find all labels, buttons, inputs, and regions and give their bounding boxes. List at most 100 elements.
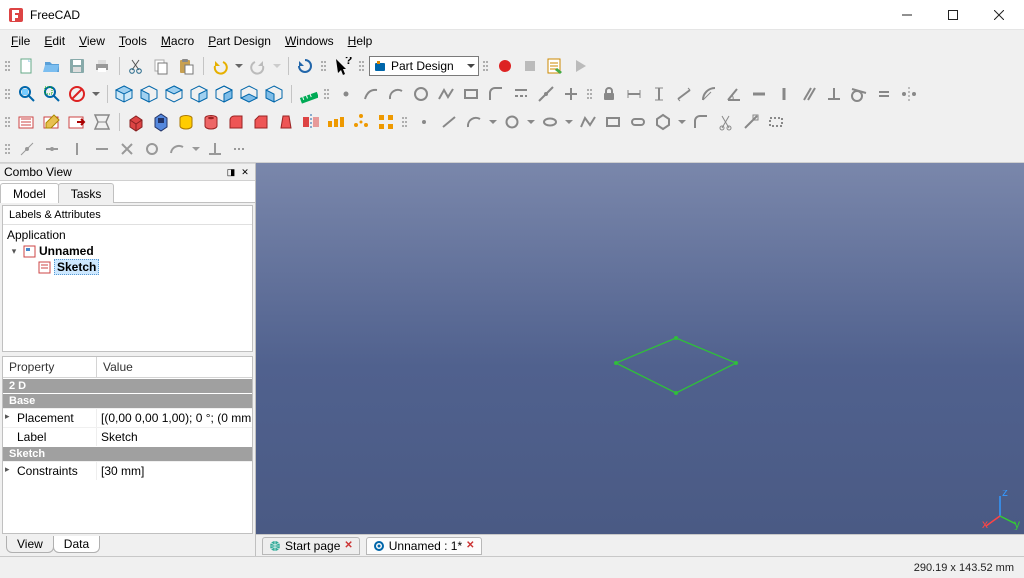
prop-constraints[interactable]: ▸Constraints [30 mm] (3, 461, 252, 480)
con-length-icon[interactable] (672, 82, 696, 106)
g-external-icon[interactable] (739, 110, 763, 134)
macro-stop-icon[interactable] (518, 54, 542, 78)
con-vert-icon[interactable] (772, 82, 796, 106)
g-rect-icon[interactable] (601, 110, 625, 134)
macro-record-icon[interactable] (493, 54, 517, 78)
g-circle-dd-icon[interactable] (525, 110, 537, 134)
sk-polyline-icon[interactable] (434, 82, 458, 106)
tab-tasks[interactable]: Tasks (58, 183, 115, 203)
c-dotted-icon[interactable] (228, 137, 252, 161)
undo-icon[interactable] (208, 54, 232, 78)
c-coincident-icon[interactable] (15, 137, 39, 161)
c-pointline-icon[interactable] (40, 137, 64, 161)
fillet-icon[interactable] (224, 110, 248, 134)
doc-tab-unnamed[interactable]: Unnamed : 1* ✕ (366, 537, 482, 555)
con-tangent-icon[interactable] (847, 82, 871, 106)
view-rear-icon[interactable] (212, 82, 236, 106)
macro-play-icon[interactable] (568, 54, 592, 78)
refresh-icon[interactable] (293, 54, 317, 78)
view-right-icon[interactable] (187, 82, 211, 106)
sk-circle-icon[interactable] (409, 82, 433, 106)
save-icon[interactable] (65, 54, 89, 78)
g-arc-icon[interactable] (462, 110, 486, 134)
sk-arc-icon[interactable] (384, 82, 408, 106)
view-top-icon[interactable] (162, 82, 186, 106)
toolbar-grip[interactable] (5, 137, 11, 161)
view-front-icon[interactable] (137, 82, 161, 106)
g-construction-icon[interactable] (764, 110, 788, 134)
toolbar-grip[interactable] (5, 54, 11, 78)
draw-style-icon[interactable] (65, 82, 89, 106)
pad-icon[interactable] (124, 110, 148, 134)
c-circle-icon[interactable] (140, 137, 164, 161)
prop-tab-data[interactable]: Data (53, 536, 100, 553)
view-bottom-icon[interactable] (237, 82, 261, 106)
menu-partdesign[interactable]: Part Design (201, 32, 278, 50)
g-circle-icon[interactable] (500, 110, 524, 134)
minimize-button[interactable] (884, 0, 930, 30)
close-icon[interactable]: ✕ (466, 540, 474, 551)
toolbar-grip[interactable] (483, 54, 489, 78)
sk-rectangle-icon[interactable] (459, 82, 483, 106)
menu-windows[interactable]: Windows (278, 32, 341, 50)
edit-sketch-icon[interactable] (40, 110, 64, 134)
con-radius-icon[interactable] (697, 82, 721, 106)
new-file-icon[interactable] (15, 54, 39, 78)
c-vert-icon[interactable] (65, 137, 89, 161)
menu-view[interactable]: View (72, 32, 112, 50)
view-sketch-icon[interactable] (90, 110, 114, 134)
close-button[interactable] (976, 0, 1022, 30)
panel-close-icon[interactable]: ✕ (239, 166, 251, 178)
con-perp-icon[interactable] (822, 82, 846, 106)
prop-placement-value[interactable]: [(0,00 0,00 1,00); 0 °; (0 mm 0 mm ... (97, 409, 252, 427)
menu-help[interactable]: Help (341, 32, 380, 50)
sk-point-icon[interactable] (334, 82, 358, 106)
toolbar-grip[interactable] (321, 54, 327, 78)
redo-icon[interactable] (246, 54, 270, 78)
menu-tools[interactable]: Tools (112, 32, 154, 50)
copy-icon[interactable] (149, 54, 173, 78)
chamfer-icon[interactable] (249, 110, 273, 134)
prop-constraints-value[interactable]: [30 mm] (97, 462, 252, 480)
c-perp-icon[interactable] (203, 137, 227, 161)
open-file-icon[interactable] (40, 54, 64, 78)
c-fix-icon[interactable] (115, 137, 139, 161)
toolbar-grip[interactable] (402, 110, 408, 134)
undo-dropdown-icon[interactable] (233, 54, 245, 78)
prop-placement[interactable]: ▸Placement [(0,00 0,00 1,00); 0 °; (0 mm… (3, 408, 252, 427)
close-icon[interactable]: ✕ (344, 540, 352, 551)
redo-dropdown-icon[interactable] (271, 54, 283, 78)
toolbar-grip[interactable] (5, 110, 11, 134)
c-arc-icon[interactable] (165, 137, 189, 161)
prop-label-value[interactable]: Sketch (97, 428, 252, 446)
macro-list-icon[interactable] (543, 54, 567, 78)
menu-edit[interactable]: Edit (37, 32, 72, 50)
toolbar-grip[interactable] (587, 82, 593, 106)
con-horiz-icon[interactable] (747, 82, 771, 106)
leave-sketch-icon[interactable] (65, 110, 89, 134)
whatsthis-icon[interactable]: ? (331, 54, 355, 78)
panel-float-icon[interactable]: ◨ (225, 166, 237, 178)
linear-pattern-icon[interactable] (324, 110, 348, 134)
print-icon[interactable] (90, 54, 114, 78)
pocket-icon[interactable] (149, 110, 173, 134)
g-ellipse-icon[interactable] (538, 110, 562, 134)
draw-style-dropdown-icon[interactable] (90, 82, 102, 106)
multitransform-icon[interactable] (374, 110, 398, 134)
sk-construction-icon[interactable] (559, 82, 583, 106)
polar-pattern-icon[interactable] (349, 110, 373, 134)
tree-item-sketch[interactable]: Sketch (7, 259, 248, 275)
prop-tab-view[interactable]: View (6, 536, 54, 553)
tab-model[interactable]: Model (0, 183, 59, 203)
g-polyline-icon[interactable] (576, 110, 600, 134)
3d-viewport[interactable]: z y x (256, 163, 1024, 534)
g-hexagon-icon[interactable] (651, 110, 675, 134)
zoom-selection-icon[interactable] (40, 82, 64, 106)
new-sketch-icon[interactable] (15, 110, 39, 134)
g-trim-icon[interactable] (714, 110, 738, 134)
menu-file[interactable]: File (4, 32, 37, 50)
zoom-fit-icon[interactable] (15, 82, 39, 106)
view-left-icon[interactable] (262, 82, 286, 106)
g-ellipse-dd-icon[interactable] (563, 110, 575, 134)
revolve-icon[interactable] (174, 110, 198, 134)
